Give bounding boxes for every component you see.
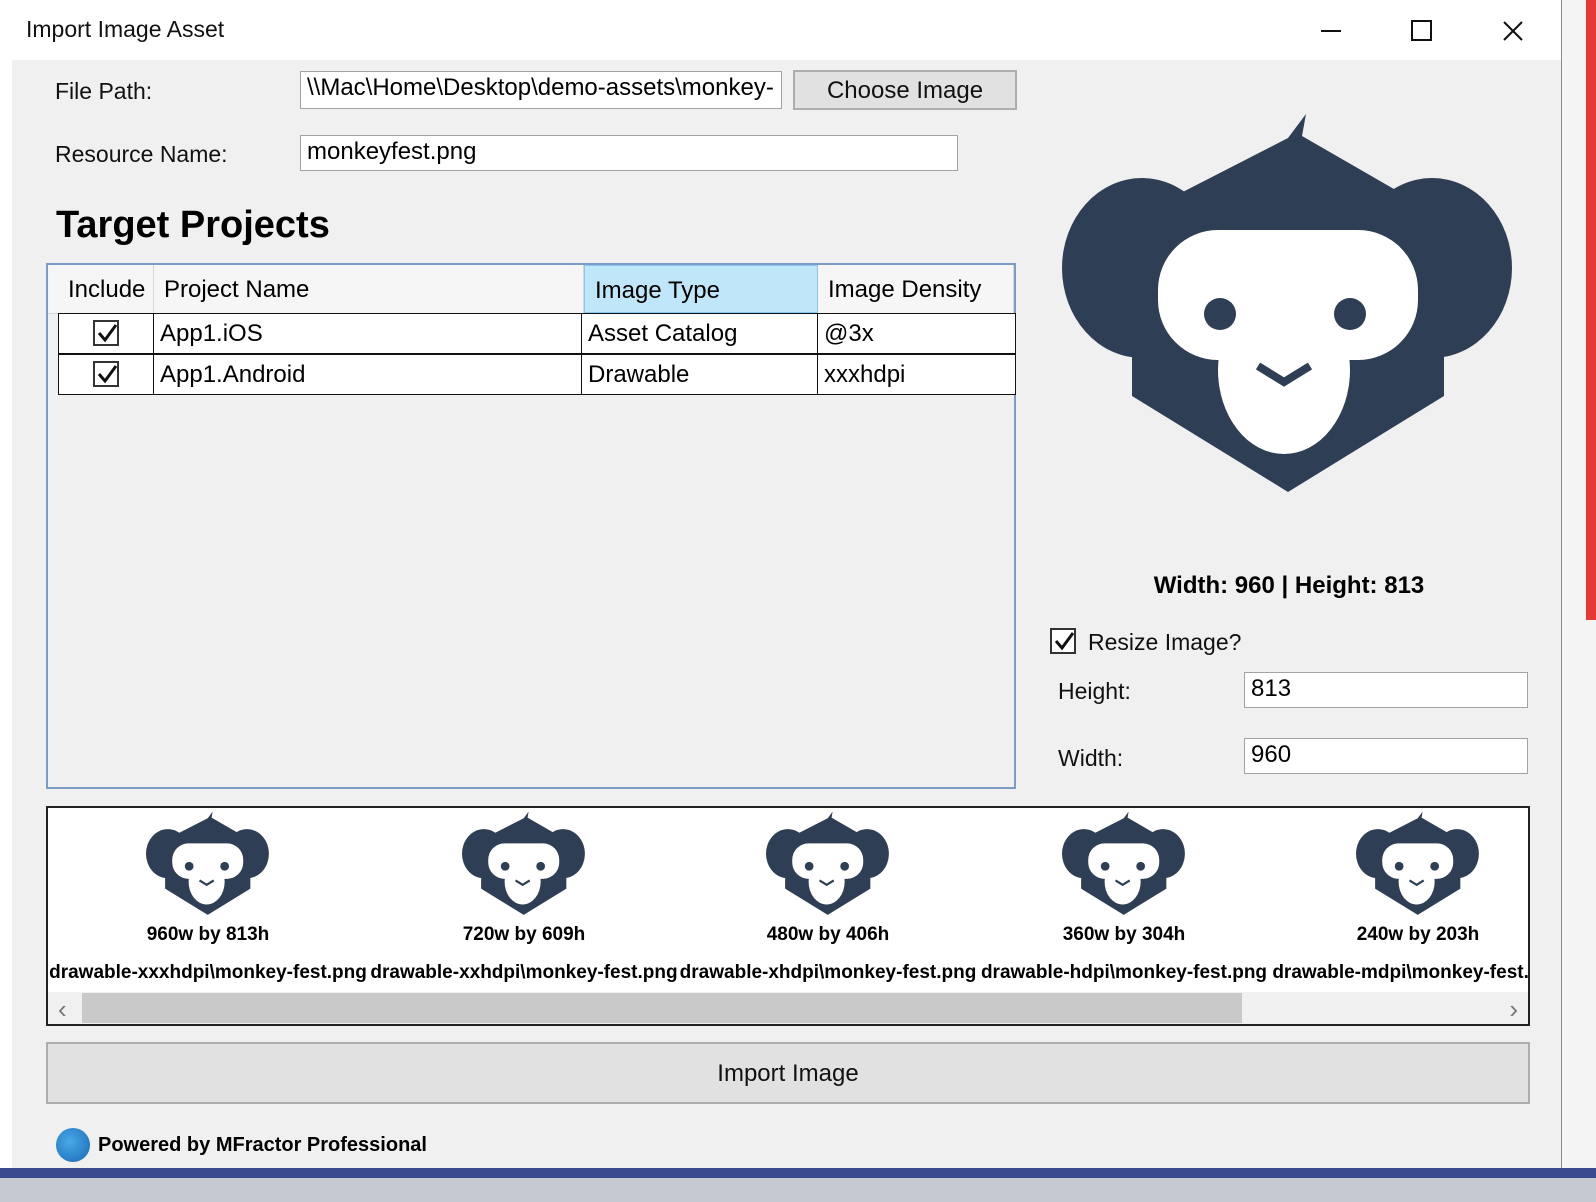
column-header-image-type[interactable]: Image Type [584,265,818,313]
grid-header: Include Project Name Image Type Image De… [48,265,1014,314]
width-label: Width: [1058,745,1124,771]
image-preview [1062,108,1516,496]
scroll-right-icon[interactable]: › [1509,994,1518,1024]
project-name-cell: App1.iOS [154,313,582,354]
horizontal-scrollbar[interactable]: ‹ › [48,992,1528,1024]
output-thumbnail: 960w by 813h drawable-xxxhdpi\monkey-fes… [48,808,368,988]
column-header-image-density[interactable]: Image Density [818,265,1014,313]
output-preview-strip: 960w by 813h drawable-xxxhdpi\monkey-fes… [46,806,1530,1026]
mfractor-logo-icon [56,1128,90,1162]
output-filename: drawable-mdpi\monkey-fest.png [1272,962,1529,983]
checkmark-icon [1054,632,1075,651]
image-density-cell[interactable]: xxxhdpi [818,354,1016,395]
output-thumbnail: 720w by 609h drawable-xxhdpi\monkey-fest… [364,808,684,988]
resize-image-label[interactable]: Resize Image? [1088,629,1241,656]
close-icon [1503,21,1523,41]
output-size: 240w by 203h [1356,924,1480,945]
resize-image-checkbox[interactable] [1050,628,1076,654]
title-bar: Import Image Asset [12,0,1561,60]
close-button[interactable] [1490,10,1536,52]
monkey-logo-icon [146,811,269,915]
minimize-icon [1321,30,1341,32]
height-label: Height: [1058,678,1131,704]
output-thumbnail: 360w by 304h drawable-hdpi\monkey-fest.p… [964,808,1284,988]
output-thumbnail: 480w by 406h drawable-xhdpi\monkey-fest.… [668,808,988,988]
choose-image-button[interactable]: Choose Image [793,70,1017,110]
image-type-cell[interactable]: Drawable [582,354,818,395]
include-checkbox[interactable] [93,320,119,346]
background-accent-strip [1586,0,1596,620]
output-size: 960w by 813h [146,924,270,945]
column-header-include[interactable]: Include [58,265,154,313]
width-input[interactable]: 960 [1244,738,1528,774]
scroll-left-icon[interactable]: ‹ [58,994,67,1024]
target-projects-grid: Include Project Name Image Type Image De… [46,263,1016,789]
include-checkbox[interactable] [93,361,119,387]
monkey-logo-icon [462,811,585,915]
checkmark-icon [97,365,118,384]
output-thumbnail: 240w by 203h drawable-mdpi\monkey-fest.p… [1258,808,1528,988]
image-density-cell[interactable]: @3x [818,313,1016,354]
minimize-button[interactable] [1308,10,1354,52]
project-name-cell: App1.Android [154,354,582,395]
file-path-label: File Path: [55,78,153,104]
file-path-input[interactable]: \\Mac\Home\Desktop\demo-assets\monkey- [300,71,782,109]
import-image-dialog: Import Image Asset File Path: \\Mac\Home… [12,0,1562,1168]
monkey-logo-icon [766,811,889,915]
monkey-logo-icon [1062,114,1512,492]
output-size: 480w by 406h [766,924,890,945]
resource-name-input[interactable]: monkeyfest.png [300,135,958,171]
image-type-cell[interactable]: Asset Catalog [582,313,818,354]
resource-name-label: Resource Name: [55,141,228,167]
monkey-logo-icon [1062,811,1185,915]
column-header-project-name[interactable]: Project Name [154,265,584,313]
output-size: 360w by 304h [1062,924,1186,945]
powered-by-text: Powered by MFractor Professional [98,1134,427,1156]
maximize-button[interactable] [1399,10,1445,52]
checkmark-icon [97,324,118,343]
include-cell [58,354,154,395]
height-input[interactable]: 813 [1244,672,1528,708]
monkey-logo-icon [1356,811,1479,915]
background-status-strip [0,1178,1596,1202]
output-size: 720w by 609h [462,924,586,945]
image-dimensions: Width: 960 | Height: 813 [1153,572,1425,599]
maximize-icon [1411,20,1432,41]
scrollbar-thumb[interactable] [82,993,1242,1023]
include-cell [58,313,154,354]
window-title: Import Image Asset [26,16,225,42]
target-projects-heading: Target Projects [56,204,330,246]
import-image-button[interactable]: Import Image [46,1042,1530,1104]
